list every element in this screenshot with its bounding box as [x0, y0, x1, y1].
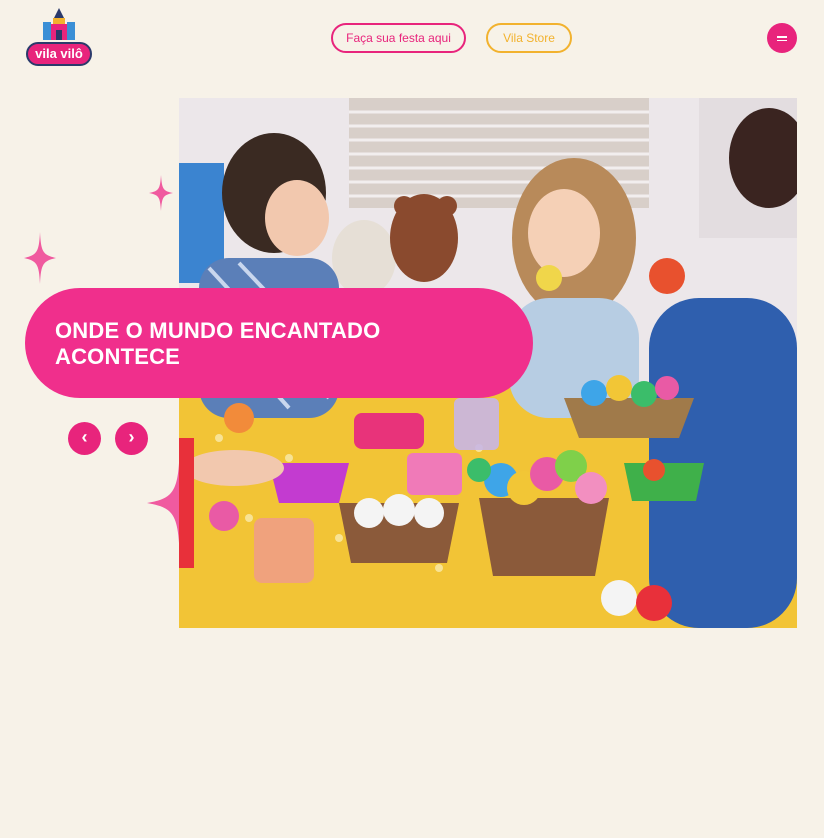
vila-store-button[interactable]: Vila Store — [486, 23, 572, 53]
menu-button[interactable] — [767, 23, 797, 53]
chevron-left-icon: ‹ — [81, 427, 88, 447]
vila-vilo-logo[interactable]: vila vilô — [24, 8, 94, 66]
sparkle-icon — [149, 175, 173, 211]
hero-title: ONDE O MUNDO ENCANTADO ACONTECE — [55, 318, 381, 369]
slider-prev-button[interactable]: ‹ — [68, 422, 101, 455]
hero-banner: ONDE O MUNDO ENCANTADO ACONTECE — [25, 288, 533, 398]
sparkle-icon — [24, 232, 56, 284]
chevron-right-icon: › — [128, 427, 135, 447]
sparkle-icon — [147, 463, 179, 543]
slider-next-button[interactable]: › — [115, 422, 148, 455]
logo-wordmark: vila vilô — [26, 42, 92, 66]
book-party-button[interactable]: Faça sua festa aqui — [331, 23, 466, 53]
castle-icon — [43, 8, 75, 40]
hamburger-icon — [777, 36, 787, 38]
site-header: vila vilô Faça sua festa aqui Vila Store — [0, 0, 824, 80]
